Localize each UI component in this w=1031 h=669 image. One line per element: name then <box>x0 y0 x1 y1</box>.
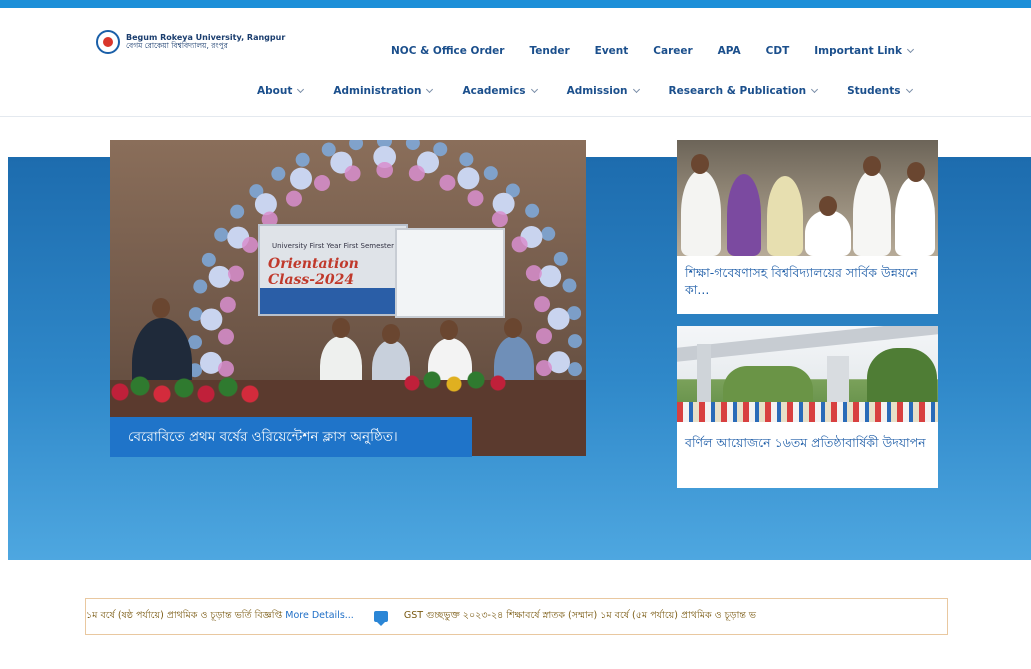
news-card[interactable]: বর্ণিল আয়োজনে ১৬তম প্রতিষ্ঠাবার্ষিকী উদ… <box>677 326 938 488</box>
nav-apa[interactable]: APA <box>718 45 741 57</box>
university-emblem-icon <box>96 30 120 54</box>
nav-students[interactable]: Students <box>847 85 913 97</box>
nav-cdt[interactable]: CDT <box>766 45 790 57</box>
nav-about-label: About <box>257 85 293 97</box>
news-card[interactable]: শিক্ষা-গবেষণাসহ বিশ্ববিদ্যালয়ের সার্বিক… <box>677 140 938 314</box>
flower-decoration <box>400 368 510 398</box>
tree-cluster <box>867 348 937 404</box>
chevron-down-icon <box>632 85 640 94</box>
nav-research-publication-label: Research & Publication <box>668 85 807 97</box>
nav-about[interactable]: About <box>257 85 305 97</box>
header-divider <box>0 116 1031 117</box>
nav-tender[interactable]: Tender <box>529 45 569 57</box>
notice-ticker: ১ম বর্ষে (ষষ্ঠ পর্যায়ে) প্রাথমিক ও চূড়… <box>85 598 948 635</box>
ticker-item-text: ১ম বর্ষে (ষষ্ঠ পর্যায়ে) প্রাথমিক ও চূড়… <box>86 610 283 621</box>
speaker-head <box>152 298 170 318</box>
nav-students-label: Students <box>847 85 901 97</box>
nav-admission[interactable]: Admission <box>566 85 640 97</box>
nav-research-publication[interactable]: Research & Publication <box>668 85 819 97</box>
crowd-figure <box>727 174 761 256</box>
crowd-head <box>819 196 837 216</box>
nav-important-link[interactable]: Important Link <box>814 45 915 57</box>
logo-text: Begum Rokeya University, Rangpur বেগম রো… <box>126 33 285 51</box>
nav-academics-label: Academics <box>462 85 526 97</box>
main-news-photo[interactable]: University First Year First Semester Ori… <box>110 140 586 456</box>
ticker-item[interactable]: GST গুচ্ছভুক্ত ২০২৩-২৪ শিক্ষাবর্ষে স্নাত… <box>404 609 756 624</box>
ticker-item[interactable]: ১ম বর্ষে (ষষ্ঠ পর্যায়ে) প্রাথমিক ও চূড়… <box>86 609 354 624</box>
main-news-caption[interactable]: বেরোবিতে প্রথম বর্ষের ওরিয়েন্টেশন ক্লাস… <box>110 417 472 457</box>
news-card-title[interactable]: বর্ণিল আয়োজনে ১৬তম প্রতিষ্ঠাবার্ষিকী উদ… <box>685 434 930 451</box>
site-name-bangla: বেগম রোকেয়া বিশ্ববিদ্যালয়, রংপুর <box>126 41 228 51</box>
flower-decoration <box>110 372 260 412</box>
crowd-figure <box>767 176 803 256</box>
crowd-row <box>677 402 938 422</box>
banner-line-1: University First Year First Semester <box>272 242 394 250</box>
nav-admission-label: Admission <box>566 85 628 97</box>
notice-speech-icon <box>373 611 388 626</box>
crowd-head <box>907 162 925 182</box>
orientation-banner: University First Year First Semester Ori… <box>258 224 408 316</box>
guest-head <box>504 318 522 338</box>
chevron-down-icon <box>905 85 913 94</box>
gate-pillar <box>827 356 849 406</box>
news-card-title[interactable]: শিক্ষা-গবেষণাসহ বিশ্ববিদ্যালয়ের সার্বিক… <box>685 264 930 298</box>
ticker-track: ১ম বর্ষে (ষষ্ঠ পর্যায়ে) প্রাথমিক ও চূড়… <box>86 609 756 626</box>
crowd-head <box>691 154 709 174</box>
chevron-down-icon <box>530 85 538 94</box>
guest-head <box>440 320 458 340</box>
top-accent-stripe <box>0 0 1031 8</box>
crowd-figure <box>681 170 721 256</box>
chevron-down-icon <box>426 85 434 94</box>
guest-head <box>382 324 400 344</box>
whiteboard <box>395 228 505 318</box>
guest-head <box>332 318 350 338</box>
crowd-figure <box>853 170 891 256</box>
top-nav: NOC & Office Order Tender Event Career A… <box>391 45 915 57</box>
chevron-down-icon <box>811 85 819 94</box>
banner-footer <box>260 288 406 314</box>
main-nav: About Administration Academics Admission… <box>257 85 913 97</box>
banner-line-2: Orientation Class-2024 <box>268 256 359 288</box>
site-logo[interactable]: Begum Rokeya University, Rangpur বেগম রো… <box>96 30 285 54</box>
nav-administration-label: Administration <box>333 85 422 97</box>
crowd-figure <box>895 176 935 256</box>
nav-noc-office-order[interactable]: NOC & Office Order <box>391 45 504 57</box>
nav-academics[interactable]: Academics <box>462 85 538 97</box>
crowd-head <box>863 156 881 176</box>
news-card-photo <box>677 326 938 422</box>
nav-administration[interactable]: Administration <box>333 85 434 97</box>
nav-important-link-label: Important Link <box>814 45 903 57</box>
nav-event[interactable]: Event <box>595 45 629 57</box>
gate-pillar <box>697 344 711 404</box>
tree-cluster <box>723 366 813 406</box>
crowd-figure <box>805 210 851 256</box>
chevron-down-icon <box>906 45 915 54</box>
nav-career[interactable]: Career <box>653 45 692 57</box>
chevron-down-icon <box>297 85 305 94</box>
more-details-link[interactable]: More Details... <box>285 610 354 621</box>
news-card-photo <box>677 140 938 256</box>
